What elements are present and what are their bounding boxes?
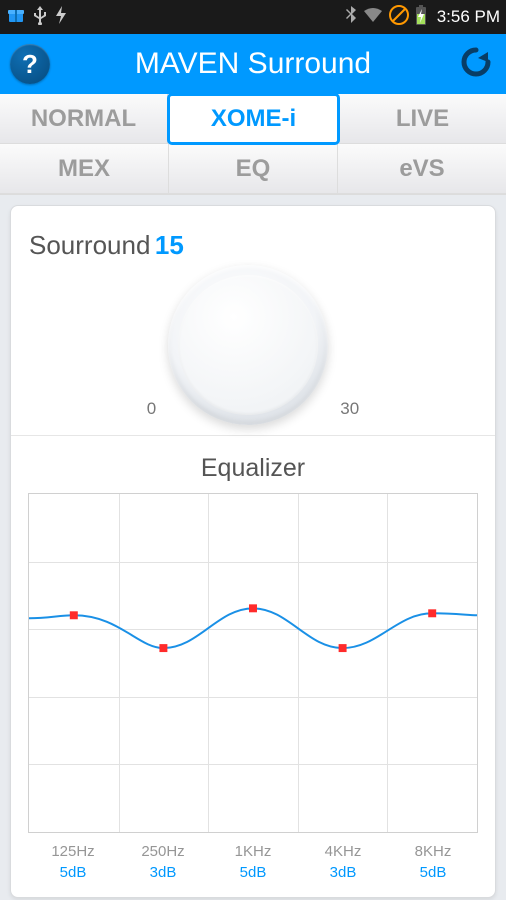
tabs-container: NORMAL XOME-i LIVE MEX EQ eVS (0, 94, 506, 195)
eq-freq-label: 1KHz (208, 843, 298, 860)
app-header: ? MAVEN Surround (0, 34, 506, 94)
eq-band-col: 8KHz 5dB (388, 843, 478, 881)
dial-min-label: 0 (147, 399, 156, 419)
eq-freq-label: 125Hz (28, 843, 118, 860)
eq-db-label: 5dB (28, 864, 118, 881)
eq-band-col: 4KHz 3dB (298, 843, 388, 881)
eq-point[interactable] (428, 609, 436, 617)
surround-value: 15 (155, 230, 184, 260)
flash-icon (54, 5, 68, 30)
eq-db-label: 3dB (118, 864, 208, 881)
dial-max-label: 30 (340, 399, 359, 419)
eq-point[interactable] (159, 644, 167, 652)
android-status-bar: 3:56 PM (0, 0, 506, 34)
main-card: Sourround 15 0 30 Equalizer (10, 205, 496, 898)
tab-label: MEX (58, 155, 110, 183)
status-left-icons (6, 5, 68, 30)
tabs-row-1: NORMAL XOME-i LIVE (0, 94, 506, 144)
surround-label: Sourround (29, 230, 150, 261)
equalizer-title: Equalizer (11, 436, 495, 493)
status-right-icons: 3:56 PM (345, 4, 500, 31)
tab-label: eVS (399, 155, 444, 183)
reload-button[interactable] (456, 44, 496, 84)
tab-label: LIVE (396, 105, 449, 133)
tab-label: EQ (236, 155, 271, 183)
eq-point[interactable] (339, 644, 347, 652)
eq-db-label: 3dB (298, 864, 388, 881)
help-icon: ? (22, 49, 38, 80)
eq-db-label: 5dB (388, 864, 478, 881)
status-clock: 3:56 PM (437, 7, 500, 27)
equalizer-curve-svg (29, 494, 477, 832)
tab-label: XOME-i (211, 105, 296, 133)
content-area: Sourround 15 0 30 Equalizer (0, 195, 506, 900)
eq-freq-label: 8KHz (388, 843, 478, 860)
tab-evs[interactable]: eVS (338, 144, 506, 194)
surround-dial[interactable] (168, 265, 328, 425)
wifi-icon (362, 6, 384, 29)
eq-point[interactable] (70, 611, 78, 619)
eq-freq-label: 4KHz (298, 843, 388, 860)
eq-db-label: 5dB (208, 864, 298, 881)
tab-normal[interactable]: NORMAL (0, 94, 168, 144)
equalizer-curve (29, 608, 477, 648)
tabs-row-2: MEX EQ eVS (0, 144, 506, 194)
usb-icon (32, 5, 48, 30)
equalizer-labels: 125Hz 5dB 250Hz 3dB 1KHz 5dB 4KHz 3dB 8K… (28, 843, 478, 881)
tab-xome-i[interactable]: XOME-i (168, 94, 339, 144)
equalizer-chart[interactable] (28, 493, 478, 833)
dial-wrapper: 0 30 (29, 265, 477, 425)
page-title: MAVEN Surround (135, 47, 371, 81)
surround-heading: Sourround 15 (29, 230, 477, 261)
tab-label: NORMAL (31, 105, 136, 133)
no-sync-icon (389, 5, 409, 30)
reload-icon (458, 44, 494, 85)
eq-band-col: 125Hz 5dB (28, 843, 118, 881)
eq-point[interactable] (249, 604, 257, 612)
tab-mex[interactable]: MEX (0, 144, 169, 194)
gift-icon (6, 6, 26, 29)
tab-live[interactable]: LIVE (339, 94, 506, 144)
eq-freq-label: 250Hz (118, 843, 208, 860)
tab-eq[interactable]: EQ (169, 144, 338, 194)
bluetooth-icon (345, 5, 357, 30)
help-button[interactable]: ? (10, 44, 50, 84)
equalizer-section: Equalizer (11, 436, 495, 897)
surround-section: Sourround 15 0 30 (11, 206, 495, 436)
eq-band-col: 250Hz 3dB (118, 843, 208, 881)
battery-icon (414, 4, 428, 31)
spacer (11, 881, 495, 897)
eq-band-col: 1KHz 5dB (208, 843, 298, 881)
